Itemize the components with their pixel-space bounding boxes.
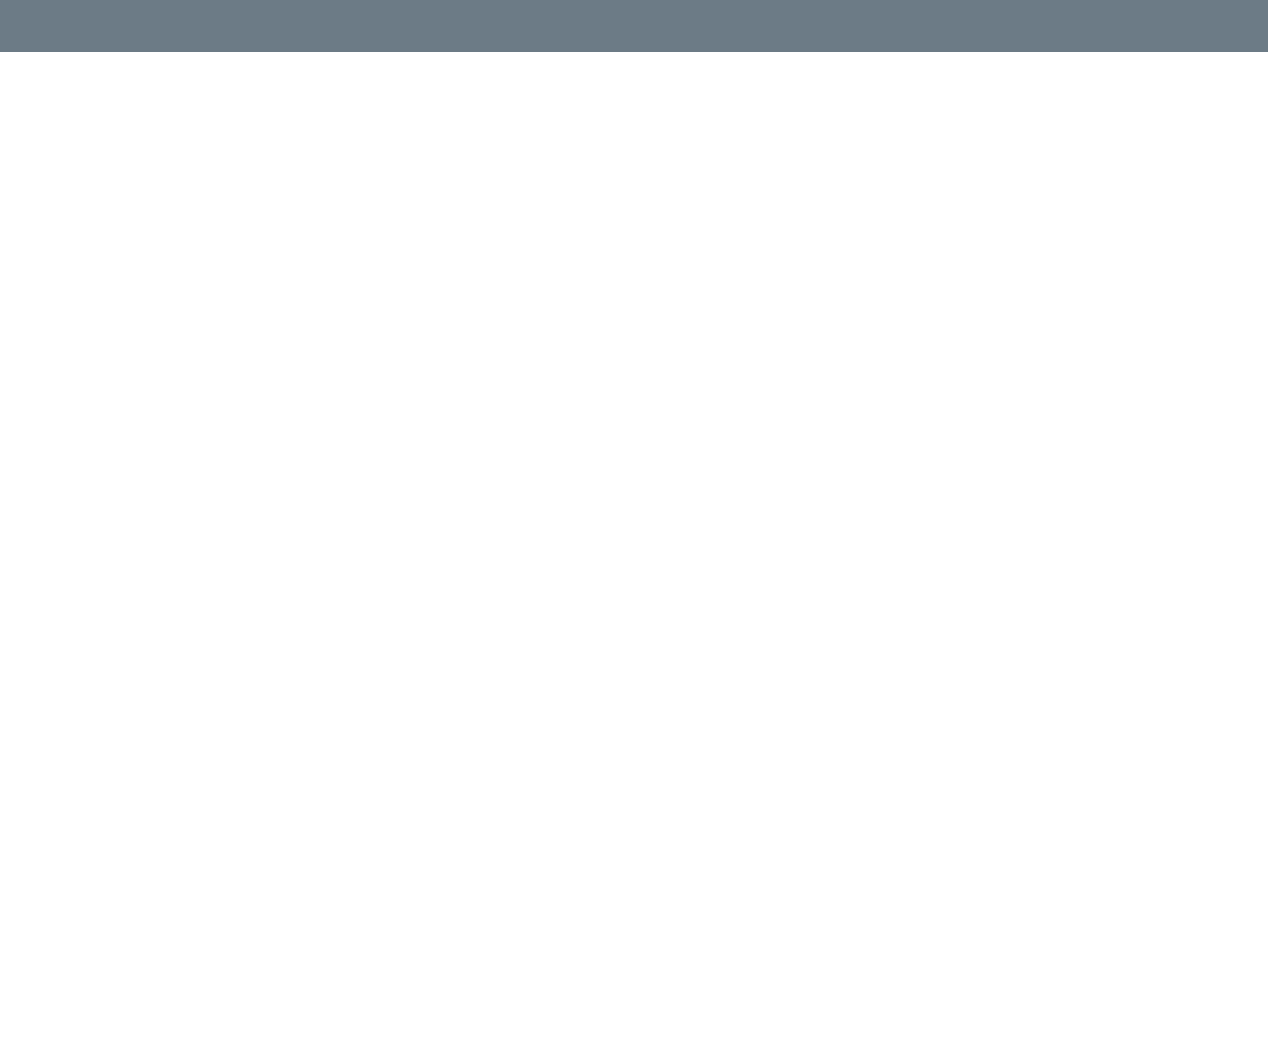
dependency-table [0,0,1268,52]
header-service [0,0,292,52]
table-header-row [0,0,1268,52]
header-coverage [1078,0,1268,52]
header-dependency [292,0,1078,52]
